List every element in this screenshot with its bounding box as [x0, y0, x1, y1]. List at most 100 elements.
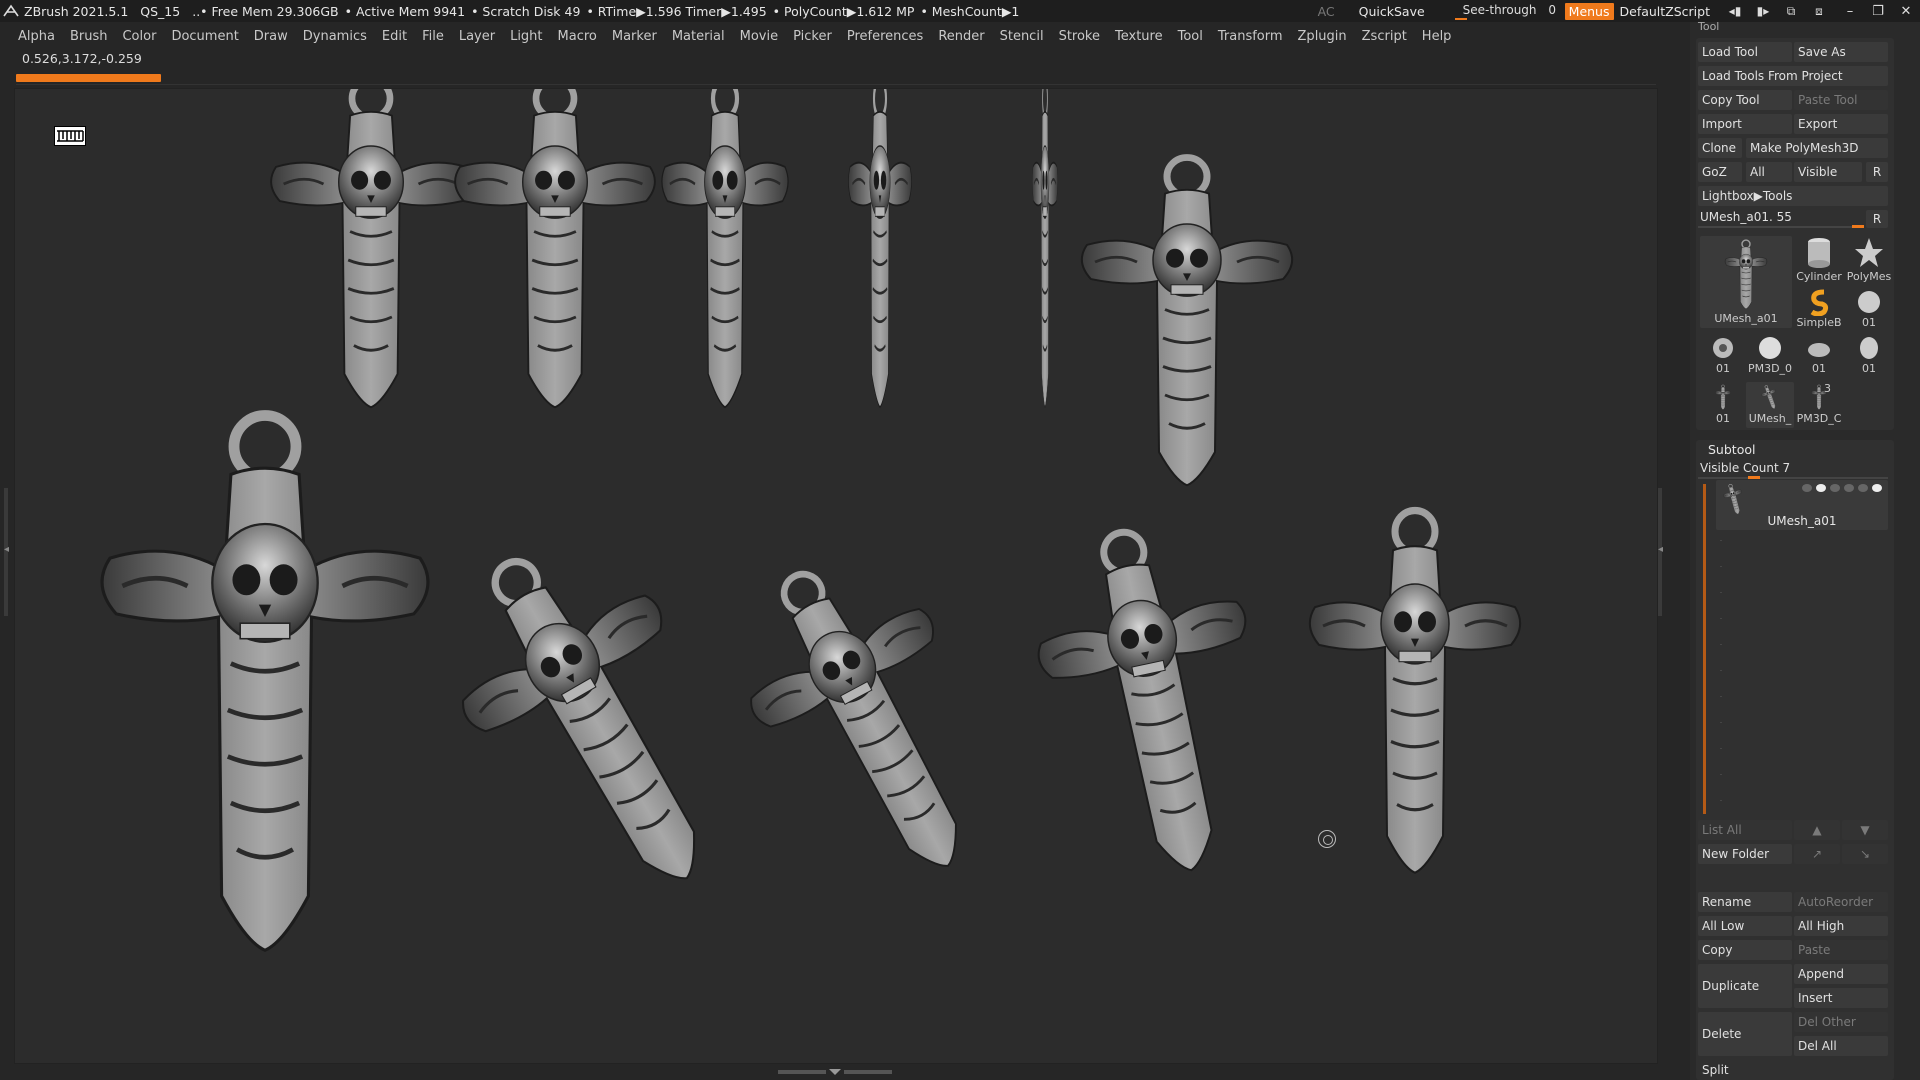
import-button[interactable]: Import [1698, 114, 1792, 134]
del-all-button[interactable]: Del All [1794, 1036, 1888, 1056]
tool-thumb-cylinder[interactable]: Cylinder [1794, 236, 1844, 296]
menu-light[interactable]: Light [510, 29, 542, 44]
tool-thumb-pm3d-0[interactable]: PM3D_0 [1746, 334, 1794, 380]
subtool-polypaint-toggle-icon[interactable] [1816, 484, 1826, 492]
window-copy-icon[interactable]: ⧈ [1808, 3, 1830, 19]
append-button[interactable]: Append [1794, 964, 1888, 984]
paste-tool-button[interactable]: Paste Tool [1794, 90, 1888, 110]
goz-button[interactable]: GoZ [1698, 162, 1742, 182]
right-tray-arrow-icon[interactable]: ◂ [1658, 544, 1663, 555]
tool-thumb-01-b[interactable]: 01 [1700, 334, 1746, 380]
ac-button[interactable]: AC [1318, 4, 1335, 19]
menu-file[interactable]: File [422, 29, 444, 44]
close-icon[interactable]: ✕ [1892, 4, 1920, 19]
menu-macro[interactable]: Macro [558, 29, 597, 44]
make-polymesh3d-button[interactable]: Make PolyMesh3D [1746, 138, 1888, 158]
menu-transform[interactable]: Transform [1218, 29, 1283, 44]
pendant-render-2 [455, 89, 655, 407]
tool-thumb-01-e[interactable]: 01 [1700, 382, 1746, 428]
window-stack-icon[interactable]: ⧉ [1780, 3, 1802, 19]
copy-tool-button[interactable]: Copy Tool [1698, 90, 1792, 110]
menu-zscript[interactable]: Zscript [1362, 29, 1407, 44]
menu-marker[interactable]: Marker [612, 29, 657, 44]
export-button[interactable]: Export [1794, 114, 1888, 134]
tool-thumb-simpleb[interactable]: SimpleB [1794, 288, 1844, 334]
menu-preferences[interactable]: Preferences [847, 29, 923, 44]
subtool-item[interactable]: UMesh_a01 [1716, 480, 1888, 530]
restore-icon[interactable]: ❐ [1864, 4, 1892, 19]
tool-thumb-01-c[interactable]: 01 [1794, 334, 1844, 380]
insert-button[interactable]: Insert [1794, 988, 1888, 1008]
split-section-header[interactable]: Split [1698, 1060, 1888, 1080]
move-folder-down-icon[interactable]: ↘ [1842, 844, 1888, 864]
tool-thumb-umesh-a01[interactable]: UMesh_a01 [1700, 236, 1792, 328]
load-tool-button[interactable]: Load Tool [1698, 42, 1792, 62]
menu-color[interactable]: Color [122, 29, 156, 44]
menu-draw[interactable]: Draw [254, 29, 288, 44]
duplicate-button[interactable]: Duplicate [1698, 964, 1792, 1008]
move-down-icon[interactable]: ▼ [1842, 820, 1888, 840]
menu-help[interactable]: Help [1422, 29, 1452, 44]
tool-thumb-label: PM3D_C [1796, 412, 1842, 425]
menu-stroke[interactable]: Stroke [1059, 29, 1100, 44]
subtool-title[interactable]: Subtool [1708, 442, 1755, 457]
tool-thumb-pm3d-c[interactable]: PM3D_C 3 [1794, 382, 1844, 428]
menu-movie[interactable]: Movie [740, 29, 778, 44]
tool-thumb-umesh[interactable]: UMesh_ [1746, 382, 1794, 428]
layout-next-icon[interactable]: ▮▸ [1752, 3, 1774, 19]
menu-stencil[interactable]: Stencil [1000, 29, 1044, 44]
menu-layer[interactable]: Layer [459, 29, 495, 44]
all-low-button[interactable]: All Low [1698, 916, 1792, 936]
autoreorder-button[interactable]: AutoReorder [1794, 892, 1888, 912]
minimize-icon[interactable]: – [1836, 4, 1864, 19]
goz-r-button[interactable]: R [1866, 162, 1888, 182]
menu-dynamics[interactable]: Dynamics [303, 29, 367, 44]
menus-button[interactable]: Menus [1564, 2, 1614, 20]
clone-button[interactable]: Clone [1698, 138, 1742, 158]
subtool-list-scrollbar[interactable] [1703, 484, 1706, 814]
menu-document[interactable]: Document [171, 29, 238, 44]
subtool-eye-icon[interactable] [1872, 484, 1882, 492]
del-other-button[interactable]: Del Other [1794, 1012, 1888, 1032]
save-as-button[interactable]: Save As [1794, 42, 1888, 62]
goz-visible-button[interactable]: Visible [1794, 162, 1862, 182]
menu-picker[interactable]: Picker [793, 29, 832, 44]
tool-thumb-01-d[interactable]: 01 [1844, 334, 1894, 380]
move-folder-up-icon[interactable]: ↗ [1794, 844, 1840, 864]
menu-edit[interactable]: Edit [382, 29, 407, 44]
quicksave-button[interactable]: QuickSave [1359, 4, 1425, 19]
move-up-icon[interactable]: ▲ [1794, 820, 1840, 840]
delete-button[interactable]: Delete [1698, 1012, 1792, 1056]
current-tool-r-button[interactable]: R [1866, 210, 1888, 228]
menu-tool[interactable]: Tool [1178, 29, 1203, 44]
menu-brush[interactable]: Brush [70, 29, 108, 44]
tool-thumb-01-a[interactable]: 01 [1844, 288, 1894, 334]
subtool-lock-toggle-icon[interactable] [1844, 484, 1854, 492]
all-high-button[interactable]: All High [1794, 916, 1888, 936]
lightbox-tools-button[interactable]: Lightbox▶Tools [1698, 186, 1888, 206]
left-tray-arrow-icon[interactable]: ◂ [4, 544, 9, 555]
copy-button[interactable]: Copy [1698, 940, 1792, 960]
list-all-button[interactable]: List All [1698, 820, 1792, 840]
see-through-slider[interactable]: See-through 0 [1454, 2, 1556, 20]
menu-zplugin[interactable]: Zplugin [1298, 29, 1347, 44]
new-folder-button[interactable]: New Folder [1698, 844, 1792, 864]
current-tool-slider[interactable] [1698, 226, 1858, 228]
bottom-tray-handle[interactable] [770, 1068, 900, 1076]
visible-count-slider[interactable] [1698, 477, 1888, 479]
menu-alpha[interactable]: Alpha [18, 29, 55, 44]
menu-render[interactable]: Render [938, 29, 984, 44]
tool-thumb-polymesh[interactable]: PolyMes [1844, 236, 1894, 296]
default-zscript-button[interactable]: DefaultZScript [1620, 4, 1711, 19]
subtool-pen-toggle-icon[interactable] [1858, 484, 1868, 492]
paste-button[interactable]: Paste [1794, 940, 1888, 960]
subtool-mode-toggle-icon[interactable] [1830, 484, 1840, 492]
goz-all-button[interactable]: All [1746, 162, 1792, 182]
canvas-viewport[interactable] [14, 88, 1658, 1064]
menu-texture[interactable]: Texture [1115, 29, 1163, 44]
layout-prev-icon[interactable]: ◂▮ [1724, 3, 1746, 19]
subtool-brush-toggle-icon[interactable] [1802, 484, 1812, 492]
menu-material[interactable]: Material [672, 29, 725, 44]
load-tools-from-project-button[interactable]: Load Tools From Project [1698, 66, 1888, 86]
rename-button[interactable]: Rename [1698, 892, 1792, 912]
